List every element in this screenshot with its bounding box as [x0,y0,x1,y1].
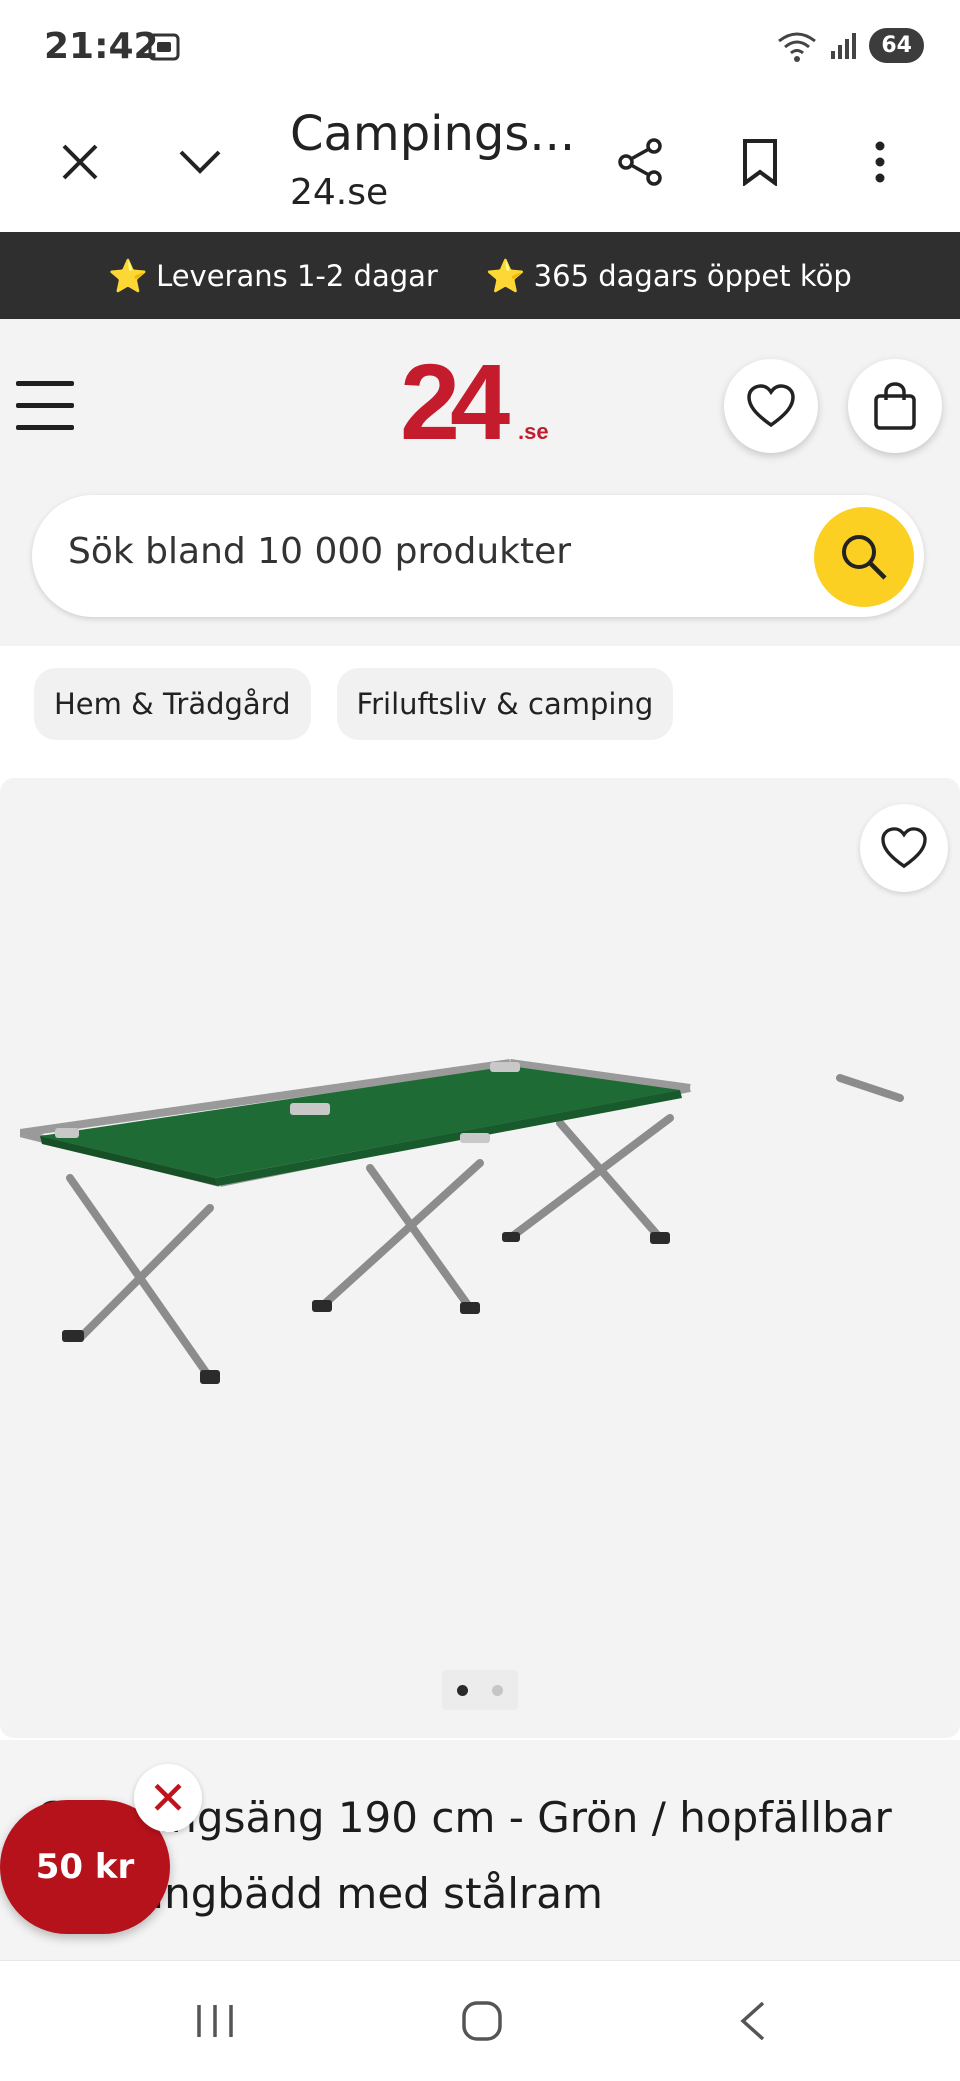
carousel-dot-active[interactable] [457,1684,468,1696]
bookmark-button[interactable] [732,134,788,190]
cart-button[interactable] [848,359,942,453]
chevron-down-icon [179,150,221,174]
system-navigation-bar [0,1960,960,2081]
close-button[interactable] [52,134,108,190]
menu-line [16,425,74,430]
breadcrumb-home-garden[interactable]: Hem & Trädgård [34,668,311,740]
close-icon [62,144,98,180]
page-title: Campings... [290,106,570,162]
shopping-bag-icon [874,382,916,430]
back-button[interactable] [722,1993,782,2049]
recent-apps-button[interactable] [185,1993,245,2049]
coupon-close-button[interactable]: ✕ [134,1764,202,1832]
status-time: 21:42 [44,26,159,67]
recent-apps-icon [197,2005,233,2037]
promo-delivery-text: Leverans 1-2 dagar [156,258,438,293]
share-button[interactable] [612,134,668,190]
promo-returns-text: 365 dagars öppet köp [533,258,852,293]
product-image [20,1059,904,1384]
site-header: 24 .se Sök bland 10 000 produkter [0,319,960,646]
bookmark-icon [743,139,777,186]
home-button[interactable] [452,1993,512,2049]
battery-icon: 64 [869,28,924,63]
logo-domain: .se [518,419,549,444]
menu-line [16,381,74,386]
star-icon: ⭐ [108,256,149,295]
hamburger-menu-button[interactable] [16,381,74,431]
menu-line [16,403,74,408]
more-vert-icon [875,141,885,183]
home-icon [462,2001,502,2041]
promo-banner: ⭐ Leverans 1-2 dagar ⭐ 365 dagars öppet … [0,232,960,319]
favorite-button[interactable] [860,804,948,892]
site-logo[interactable]: 24 .se [400,347,560,467]
heart-icon [747,384,795,428]
search-bar[interactable]: Sök bland 10 000 produkter [32,495,924,617]
wifi-icon [778,32,817,62]
status-icons: 64 [775,28,924,63]
heart-icon [881,827,927,869]
carousel-dot[interactable] [492,1684,503,1696]
promo-returns: ⭐ 365 dagars öppet köp [486,257,852,295]
signal-icon [831,32,857,59]
star-icon: ⭐ [485,256,526,295]
logo-number: 24 [400,347,510,462]
more-options-button[interactable] [852,134,908,190]
breadcrumb-outdoor-camping[interactable]: Friluftsliv & camping [336,668,674,740]
product-gallery[interactable] [0,778,960,1738]
search-button[interactable] [814,507,914,607]
screen-capture-icon [148,33,180,61]
browser-toolbar: Campings... 24.se [0,92,960,233]
status-bar: 21:42 64 [0,0,960,92]
carousel-indicator [442,1670,518,1710]
page-url: 24.se [290,172,389,213]
wishlist-button[interactable] [724,359,818,453]
breadcrumb: Hem & Trädgård Friluftsliv & camping [34,668,674,740]
search-icon [842,535,887,580]
back-icon [740,2001,765,2041]
search-input[interactable]: Sök bland 10 000 produkter [68,531,571,572]
promo-delivery: ⭐ Leverans 1-2 dagar [108,257,438,295]
share-icon [618,138,662,186]
minimize-button[interactable] [172,134,228,190]
